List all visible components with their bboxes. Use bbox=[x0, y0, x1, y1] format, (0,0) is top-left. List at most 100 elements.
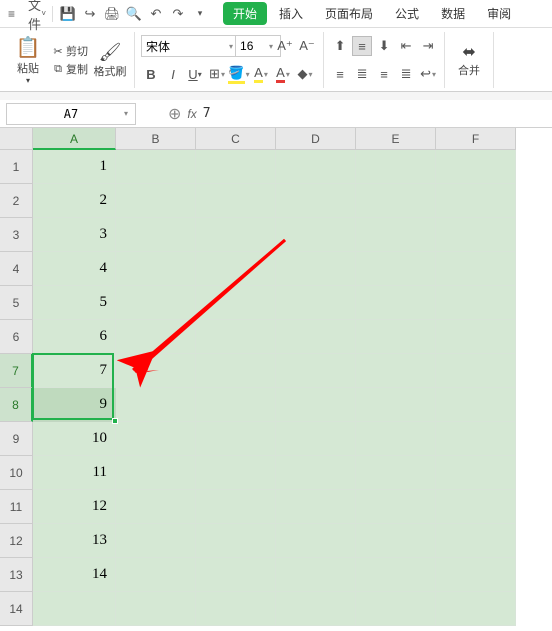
cell[interactable] bbox=[276, 524, 356, 558]
cell[interactable] bbox=[436, 388, 516, 422]
cell[interactable]: 4 bbox=[33, 252, 116, 286]
cell[interactable] bbox=[356, 558, 436, 592]
row-header-13[interactable]: 13 bbox=[0, 558, 33, 592]
cell[interactable] bbox=[276, 422, 356, 456]
font-name-combo[interactable] bbox=[141, 35, 241, 57]
cell[interactable] bbox=[116, 592, 196, 626]
cell[interactable] bbox=[116, 354, 196, 388]
cell[interactable] bbox=[196, 286, 276, 320]
align-left-icon[interactable]: ≡ bbox=[330, 64, 350, 84]
cell[interactable] bbox=[196, 558, 276, 592]
row-header-3[interactable]: 3 bbox=[0, 218, 33, 252]
cell[interactable] bbox=[196, 218, 276, 252]
cell[interactable] bbox=[276, 592, 356, 626]
cell[interactable] bbox=[116, 286, 196, 320]
cell[interactable] bbox=[436, 286, 516, 320]
cell[interactable] bbox=[196, 184, 276, 218]
row-header-1[interactable]: 1 bbox=[0, 150, 33, 184]
cell[interactable] bbox=[196, 354, 276, 388]
cell[interactable] bbox=[276, 320, 356, 354]
cell[interactable] bbox=[356, 354, 436, 388]
copy-button[interactable]: ⧉复制 bbox=[50, 60, 88, 78]
cell[interactable] bbox=[276, 252, 356, 286]
align-bottom-icon[interactable]: ⬇ bbox=[374, 36, 394, 56]
italic-icon[interactable]: I bbox=[163, 64, 183, 84]
cell[interactable] bbox=[436, 524, 516, 558]
col-header-B[interactable]: B bbox=[116, 128, 196, 150]
merge-button[interactable]: ⬌ 合并 bbox=[451, 42, 487, 78]
cell[interactable] bbox=[116, 218, 196, 252]
bold-icon[interactable]: B bbox=[141, 64, 161, 84]
cell[interactable]: 10 bbox=[33, 422, 116, 456]
col-header-C[interactable]: C bbox=[196, 128, 276, 150]
qat-dropdown-icon[interactable]: ▾ bbox=[191, 5, 209, 23]
tab-数据[interactable]: 数据 bbox=[431, 2, 475, 25]
cell[interactable] bbox=[356, 320, 436, 354]
fx-icon[interactable]: fx bbox=[187, 107, 196, 121]
cell[interactable] bbox=[356, 184, 436, 218]
cell[interactable] bbox=[276, 184, 356, 218]
cell[interactable] bbox=[116, 252, 196, 286]
cell[interactable]: 13 bbox=[33, 524, 116, 558]
increase-indent-icon[interactable]: ⇥ bbox=[418, 36, 438, 56]
cell[interactable] bbox=[356, 286, 436, 320]
col-header-D[interactable]: D bbox=[276, 128, 356, 150]
select-all-corner[interactable] bbox=[0, 128, 33, 150]
hamburger-icon[interactable]: ≡ bbox=[8, 7, 22, 21]
cell[interactable] bbox=[356, 422, 436, 456]
cell[interactable]: 11 bbox=[33, 456, 116, 490]
effects-icon[interactable]: ◆ bbox=[295, 64, 315, 84]
justify-icon[interactable]: ≣ bbox=[396, 64, 416, 84]
align-right-icon[interactable]: ≡ bbox=[374, 64, 394, 84]
cell[interactable] bbox=[436, 184, 516, 218]
row-header-14[interactable]: 14 bbox=[0, 592, 33, 626]
save-icon[interactable]: 💾 bbox=[59, 5, 77, 23]
cell[interactable] bbox=[276, 150, 356, 184]
col-header-E[interactable]: E bbox=[356, 128, 436, 150]
cell[interactable] bbox=[356, 456, 436, 490]
cell[interactable]: 7 bbox=[33, 354, 116, 388]
cell[interactable] bbox=[196, 456, 276, 490]
underline-icon[interactable]: U▾ bbox=[185, 64, 205, 84]
cell[interactable] bbox=[356, 150, 436, 184]
cell[interactable] bbox=[116, 422, 196, 456]
cell[interactable] bbox=[356, 218, 436, 252]
cell[interactable]: 3 bbox=[33, 218, 116, 252]
cut-button[interactable]: ✂剪切 bbox=[50, 42, 88, 60]
col-header-F[interactable]: F bbox=[436, 128, 516, 150]
decrease-indent-icon[interactable]: ⇤ bbox=[396, 36, 416, 56]
cell[interactable] bbox=[436, 252, 516, 286]
fill-handle[interactable] bbox=[112, 418, 118, 424]
row-header-5[interactable]: 5 bbox=[0, 286, 33, 320]
undo-icon[interactable]: ↶ bbox=[147, 5, 165, 23]
cell[interactable] bbox=[436, 150, 516, 184]
cell[interactable]: 14 bbox=[33, 558, 116, 592]
cell[interactable] bbox=[356, 252, 436, 286]
wrap-icon[interactable]: ↩ bbox=[418, 64, 438, 84]
cell[interactable] bbox=[116, 490, 196, 524]
cell[interactable] bbox=[356, 490, 436, 524]
cell[interactable] bbox=[356, 388, 436, 422]
cell[interactable] bbox=[33, 592, 116, 626]
row-header-4[interactable]: 4 bbox=[0, 252, 33, 286]
tab-公式[interactable]: 公式 bbox=[385, 2, 429, 25]
cell[interactable] bbox=[276, 354, 356, 388]
row-header-11[interactable]: 11 bbox=[0, 490, 33, 524]
row-header-9[interactable]: 9 bbox=[0, 422, 33, 456]
cell[interactable] bbox=[196, 490, 276, 524]
cell[interactable] bbox=[436, 422, 516, 456]
border-icon[interactable]: ⊞ bbox=[207, 64, 227, 84]
cell[interactable]: 12 bbox=[33, 490, 116, 524]
cell[interactable] bbox=[276, 286, 356, 320]
cell[interactable]: 1 bbox=[33, 150, 116, 184]
align-center-icon[interactable]: ≣ bbox=[352, 64, 372, 84]
cell[interactable] bbox=[436, 490, 516, 524]
row-header-10[interactable]: 10 bbox=[0, 456, 33, 490]
cell[interactable]: 6 bbox=[33, 320, 116, 354]
cell[interactable] bbox=[436, 354, 516, 388]
cell[interactable] bbox=[116, 388, 196, 422]
cell[interactable] bbox=[116, 184, 196, 218]
redo-icon[interactable]: ↷ bbox=[169, 5, 187, 23]
cell[interactable] bbox=[356, 592, 436, 626]
tab-插入[interactable]: 插入 bbox=[269, 2, 313, 25]
